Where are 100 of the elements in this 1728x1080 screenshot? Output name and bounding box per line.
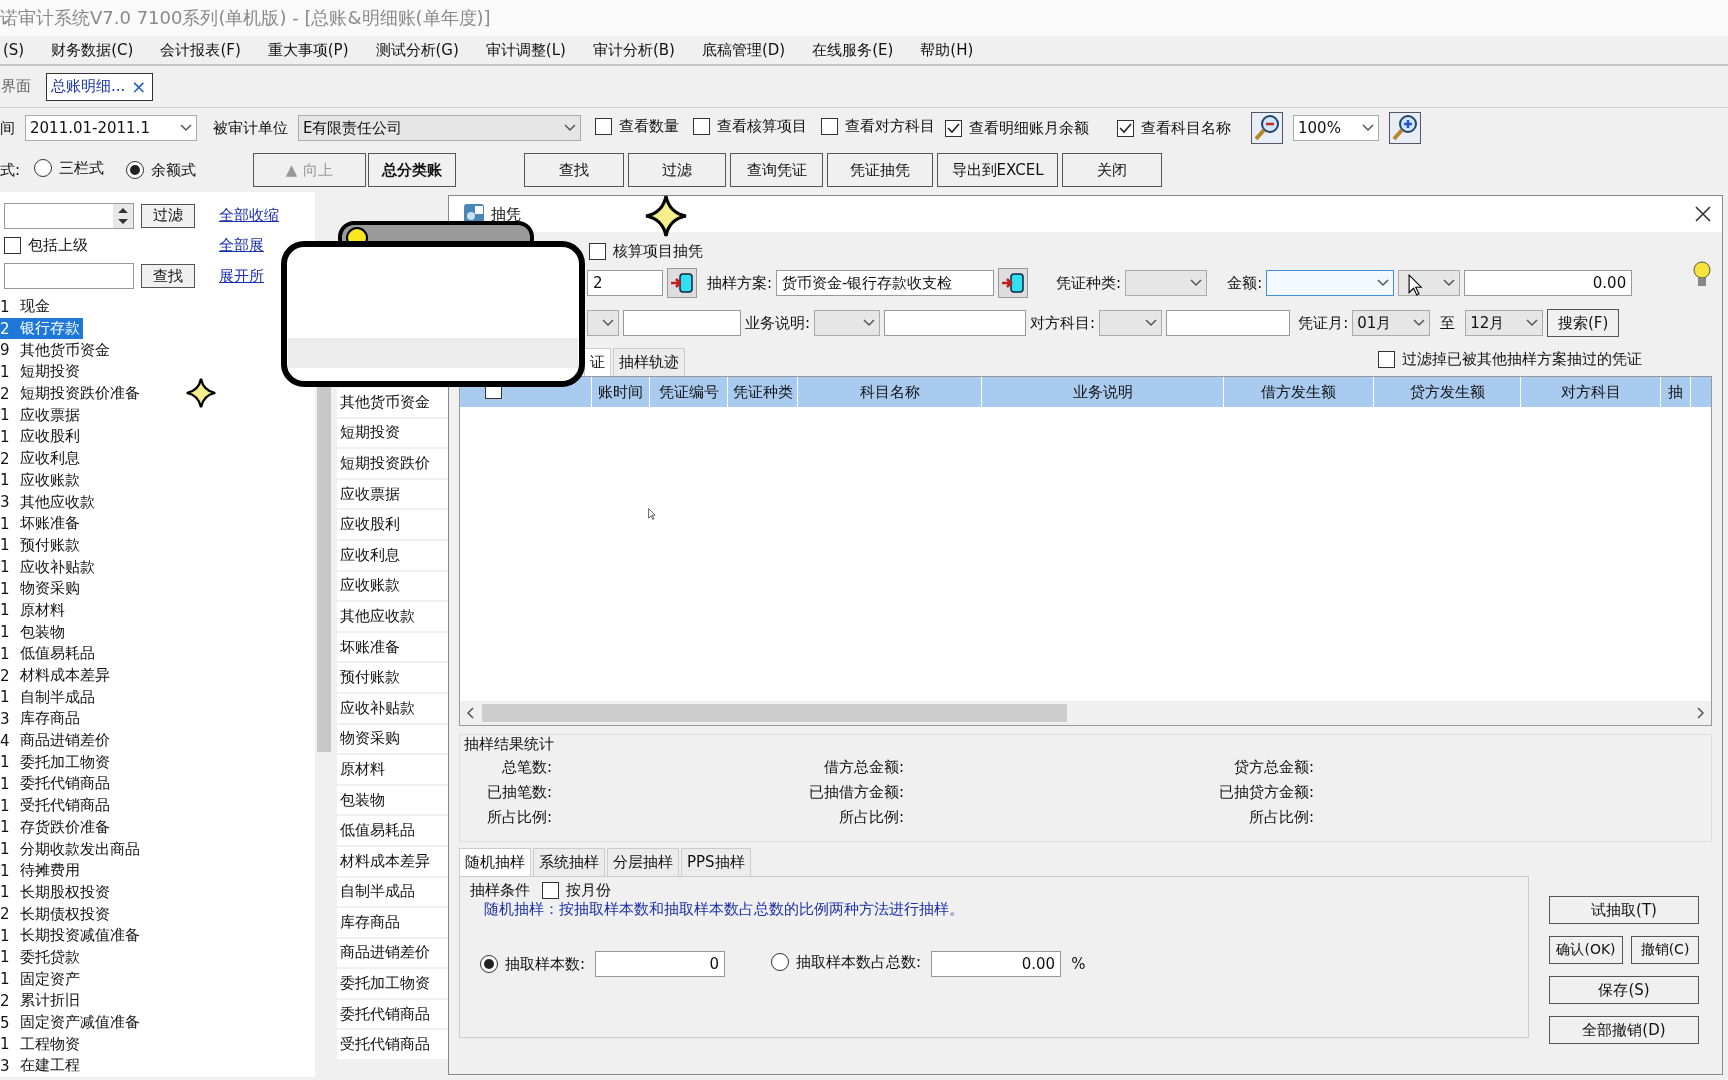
number-field[interactable] [4,202,134,229]
sample-mode-radio[interactable]: 抽取样本数: [480,954,586,974]
list-row[interactable]: 受托代销商品 [337,1030,451,1060]
column-header[interactable]: 对方科目 [1521,377,1661,407]
collapse-all-link[interactable]: 全部收缩 [219,206,279,226]
tab[interactable]: PPS抽样 [681,848,751,876]
tree-item[interactable]: 1 存货跌价准备 [0,816,113,839]
tab[interactable]: 抽样轨迹 [613,348,685,376]
list-row[interactable]: 应收账款 [337,571,451,601]
list-row[interactable]: 材料成本差异 [337,846,451,876]
tree-item[interactable]: 1 物资采购 [0,577,83,600]
menu-item[interactable]: 会计报表(F) [157,40,244,60]
tree-item[interactable]: 2 短期投资跌价准备 [0,382,143,405]
list-row[interactable]: 库存商品 [337,908,451,937]
menu-item[interactable]: 审计调整(L) [482,40,569,60]
tree-item[interactable]: 1 分期收款发出商品 [0,838,143,860]
search-field[interactable] [4,263,134,290]
menu-item[interactable]: 在线服务(E) [809,40,897,60]
option-checkbox[interactable]: 查看对方科目 [821,117,935,136]
list-row[interactable]: 包装物 [337,785,451,815]
tree-item[interactable]: 3 在建工程 [0,1055,83,1077]
list-row[interactable]: 委托代销商品 [337,999,451,1029]
tree-item[interactable]: 1 应收账款 [0,469,83,492]
option-checkbox[interactable]: 查看核算项目 [693,117,807,136]
tree-item[interactable]: 1 委托代销商品 [0,773,113,795]
menu-item[interactable]: 测试分析(G) [372,40,462,60]
column-header[interactable]: 贷方发生额 [1374,377,1521,407]
side-button[interactable]: 保存(S) [1549,976,1699,1004]
list-row[interactable]: 短期投资跌价 [337,449,451,478]
column-header[interactable]: 凭证种类 [728,377,798,407]
column-header[interactable]: 抽 [1661,377,1691,407]
tree-item[interactable]: 1 预付账款 [0,534,83,557]
menu-item[interactable]: 帮助(H) [917,40,977,60]
tree-item[interactable]: 1 长期投资减值准备 [0,924,143,947]
column-header[interactable]: 借方发生额 [1224,377,1374,407]
tree-item[interactable]: 4 商品进销差价 [0,729,113,752]
scheme-field[interactable]: 货币资金-银行存款收支检 [776,270,995,296]
field-dropdown[interactable] [587,310,619,336]
description-field[interactable] [884,310,1027,336]
month-from-dropdown[interactable]: 01月 [1352,310,1431,336]
menu-item[interactable]: 审计分析(B) [589,40,678,60]
list-row[interactable]: 委托加工物资 [337,969,451,998]
tree-item[interactable]: 2 银行存款 [0,317,83,340]
horizontal-scrollbar[interactable] [460,701,1711,725]
zoom-dropdown[interactable]: 100% [1293,115,1379,141]
picker-button[interactable] [998,268,1029,298]
list-row[interactable]: 应收利息 [337,540,451,570]
expand-selected-link[interactable]: 展开所 [219,266,264,286]
tree-item[interactable]: 9 其他货币资金 [0,339,113,362]
list-row[interactable]: 应收票据 [337,479,451,509]
option-checkbox[interactable]: 查看科目名称 [1117,118,1231,138]
list-row[interactable]: 自制半成品 [337,877,451,907]
list-row[interactable]: 其他货币资金 [337,388,451,417]
list-row[interactable]: 应收股利 [337,510,451,539]
tree-item[interactable]: 1 现金 [0,296,53,318]
tree-item[interactable]: 1 应收股利 [0,426,83,448]
option-checkbox[interactable]: 查看数量 [595,117,679,136]
amount-field[interactable]: 0.00 [1464,270,1633,296]
search-button[interactable]: 查找 [141,264,195,289]
option-checkbox[interactable]: 查看明细账月余额 [945,118,1089,138]
tree-item[interactable]: 1 委托贷款 [0,946,83,969]
tree-item[interactable]: 1 应收票据 [0,404,83,427]
tree-item[interactable]: 1 低值易耗品 [0,643,98,665]
filter-button[interactable]: 过滤 [141,203,195,228]
counter-account-field[interactable] [1166,310,1291,336]
tree-item[interactable]: 3 库存商品 [0,708,83,730]
menu-item[interactable]: 财务数据(C) [48,40,137,60]
tree-item[interactable]: 1 固定资产 [0,968,83,990]
tab[interactable]: 随机抽样 [459,848,531,876]
side-button[interactable]: 确认(OK) [1549,936,1623,964]
column-header[interactable]: 凭证编号 [650,377,728,407]
document-tab[interactable]: 总账明细... × [46,72,154,101]
tab[interactable]: 系统抽样 [533,848,605,876]
list-row[interactable]: 预付账款 [337,663,451,692]
list-row[interactable]: 短期投资 [337,418,451,448]
toolbar-button[interactable]: 凭证抽凭 [827,153,934,187]
tree-item[interactable]: 1 受托代销商品 [0,794,113,817]
item-sampling-checkbox[interactable]: 核算项目抽凭 [589,241,703,261]
list-row[interactable]: 原材料 [337,755,451,784]
tree-item[interactable]: 1 应收补贴款 [0,556,98,578]
sample-field[interactable]: 0.00 [931,951,1062,977]
document-tab[interactable]: 界面 [0,72,38,101]
scroll-left-icon[interactable] [466,707,474,719]
include-parent-checkbox[interactable]: 包括上级 [4,236,141,256]
voucher-type-dropdown[interactable] [1125,270,1208,296]
tree-item[interactable]: 1 自制半成品 [0,686,98,709]
sample-mode-radio[interactable]: 抽取样本数占总数: [771,952,922,972]
tree-item[interactable]: 3 其他应收款 [0,491,98,513]
picker-button[interactable] [667,268,697,298]
tree-item[interactable]: 1 委托加工物资 [0,751,113,774]
exclude-sampled-checkbox[interactable]: 过滤掉已被其他抽样方案抽过的凭证 [1378,350,1642,369]
unit-dropdown[interactable]: E有限责任公司 [298,115,581,141]
tree-item[interactable]: 1 工程物资 [0,1033,83,1056]
list-row[interactable]: 坏账准备 [337,632,451,662]
toolbar-button[interactable]: 查找 [524,153,625,187]
menu-item[interactable]: 底稿管理(D) [698,40,789,60]
by-month-checkbox[interactable]: 按月份 [542,881,611,900]
side-button[interactable]: 全部撤销(D) [1549,1016,1699,1044]
counter-account-dropdown[interactable] [1099,310,1163,336]
column-header[interactable]: 业务说明 [982,377,1224,407]
